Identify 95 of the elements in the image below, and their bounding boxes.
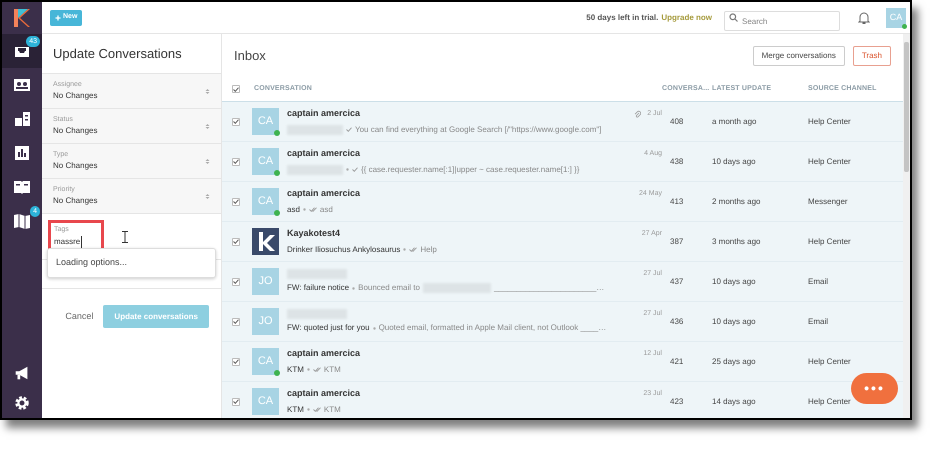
table-cell-text: 438 bbox=[669, 156, 684, 168]
table-cell-text: 10 days ago bbox=[712, 156, 757, 168]
checkbox[interactable] bbox=[232, 238, 240, 246]
text-cursor-icon bbox=[122, 230, 128, 242]
check-icon bbox=[233, 239, 239, 244]
field-value: No Changes bbox=[53, 160, 98, 172]
check-icon bbox=[233, 159, 239, 164]
checkbox[interactable] bbox=[232, 158, 240, 166]
contact-name: captain amercica bbox=[287, 147, 360, 160]
table-cell-text: 14 days ago bbox=[712, 396, 757, 408]
table-cell-text: 2 months ago bbox=[712, 196, 762, 208]
checkbox[interactable] bbox=[232, 198, 240, 206]
map-icon bbox=[12, 211, 32, 231]
table-cell-text: 3 months ago bbox=[712, 236, 762, 248]
table-cell-text: 10 days ago bbox=[712, 276, 757, 288]
cancel-button[interactable]: Cancel bbox=[65, 310, 94, 324]
avatar: CA bbox=[252, 148, 279, 175]
contact-name: captain amercica bbox=[287, 107, 360, 120]
subject-text: Drinker Iliosuchus Ankylosaurus bbox=[287, 244, 400, 256]
merge-button[interactable]: Merge conversations bbox=[752, 46, 845, 66]
avatar: CA bbox=[252, 388, 279, 415]
table-cell-text: Email bbox=[808, 276, 830, 288]
up-down-caret-icon bbox=[205, 192, 210, 200]
table-cell-text: 25 days ago bbox=[712, 356, 757, 368]
subject-text: asd bbox=[287, 204, 300, 216]
up-down-caret-icon bbox=[205, 158, 210, 164]
message-preview: _______________________… bbox=[494, 282, 604, 294]
message-preview: {{ case.requester.name[:1]|upper ~ case.requester.name[1:] }} bbox=[361, 164, 580, 176]
bell-icon bbox=[858, 11, 870, 24]
search-icon bbox=[729, 13, 738, 22]
scrollbar-thumb[interactable] bbox=[904, 42, 909, 172]
subject-text: FW: failure notice bbox=[287, 282, 350, 294]
checkbox[interactable] bbox=[232, 318, 240, 326]
check-icon bbox=[233, 279, 239, 284]
table-cell-text: 387 bbox=[669, 236, 684, 248]
avatar: CA bbox=[252, 108, 279, 135]
field-value: No Changes bbox=[53, 195, 98, 208]
table-cell-text: 423 bbox=[669, 396, 684, 408]
avatar: CA bbox=[252, 188, 279, 215]
message-preview: KTM bbox=[324, 404, 341, 416]
field-value: No Changes bbox=[53, 90, 98, 102]
logo-icon bbox=[14, 9, 30, 27]
bar-chart-icon bbox=[12, 143, 32, 163]
avatar: JO bbox=[252, 308, 279, 335]
message-preview: asd bbox=[320, 204, 333, 216]
table-cell-text: a month ago bbox=[712, 116, 758, 128]
checkbox[interactable] bbox=[232, 85, 240, 93]
table-cell-text: 421 bbox=[669, 356, 684, 368]
table-cell-text: Messenger bbox=[808, 196, 849, 208]
message-preview: You can find everything at Google Search [/"https://www.google.com"] bbox=[355, 124, 602, 136]
check-icon bbox=[233, 399, 239, 404]
message-preview: Bounced email to bbox=[358, 282, 420, 294]
table-cell-text: Email bbox=[808, 316, 830, 328]
check-icon bbox=[233, 86, 239, 92]
inbox-title: Inbox bbox=[234, 46, 267, 65]
settings-icon bbox=[13, 394, 31, 412]
table-cell-text: 436 bbox=[669, 316, 684, 328]
up-down-caret-icon bbox=[205, 122, 210, 130]
subject-text: KTM bbox=[287, 364, 304, 376]
avatar: JO bbox=[252, 268, 279, 295]
table-cell-text: Help Center bbox=[808, 116, 852, 128]
check-icon bbox=[233, 359, 239, 364]
contact-name: captain amercica bbox=[287, 347, 360, 360]
table-cell-text: Help Center bbox=[808, 356, 852, 368]
check-icon bbox=[233, 199, 239, 204]
contact-name: Kayakotest4 bbox=[287, 227, 340, 240]
check-icon bbox=[233, 119, 239, 124]
message-preview: KTM bbox=[324, 364, 341, 376]
checkbox[interactable] bbox=[232, 118, 240, 126]
table-cell-text: 413 bbox=[669, 196, 684, 208]
table-cell-text: Help Center bbox=[808, 156, 852, 168]
contact-name: captain amercica bbox=[287, 187, 360, 200]
check-icon bbox=[233, 319, 239, 324]
table-cell-text: 10 days ago bbox=[712, 316, 757, 328]
field-value: No Changes bbox=[53, 125, 98, 138]
table-cell-text: 437 bbox=[669, 276, 684, 288]
up-down-caret-icon bbox=[205, 88, 210, 94]
contact-name: captain amercica bbox=[287, 387, 360, 400]
plus-icon bbox=[55, 14, 61, 20]
avatar: CA bbox=[252, 348, 279, 375]
subject-text: FW: quoted just for you bbox=[287, 322, 370, 334]
message-preview: Quoted email, formatted in Apple Mail client, not Outlook ____… bbox=[378, 322, 606, 334]
trash-button[interactable]: Trash bbox=[852, 46, 891, 66]
table-cell-text: Help Center bbox=[808, 236, 852, 248]
subject-text: KTM bbox=[287, 404, 304, 416]
checkbox[interactable] bbox=[232, 278, 240, 286]
trial-text: 50 days left in trial. bbox=[586, 12, 658, 24]
buildings-icon bbox=[12, 109, 32, 129]
checkbox[interactable] bbox=[232, 398, 240, 406]
message-preview: Help bbox=[420, 244, 437, 256]
table-cell-text: 408 bbox=[669, 116, 684, 128]
search-field[interactable]: Search bbox=[724, 11, 840, 31]
table-cell-text: Help Center bbox=[808, 396, 852, 408]
checkbox[interactable] bbox=[232, 358, 240, 366]
dropdown-item[interactable]: Loading options... bbox=[56, 256, 128, 270]
